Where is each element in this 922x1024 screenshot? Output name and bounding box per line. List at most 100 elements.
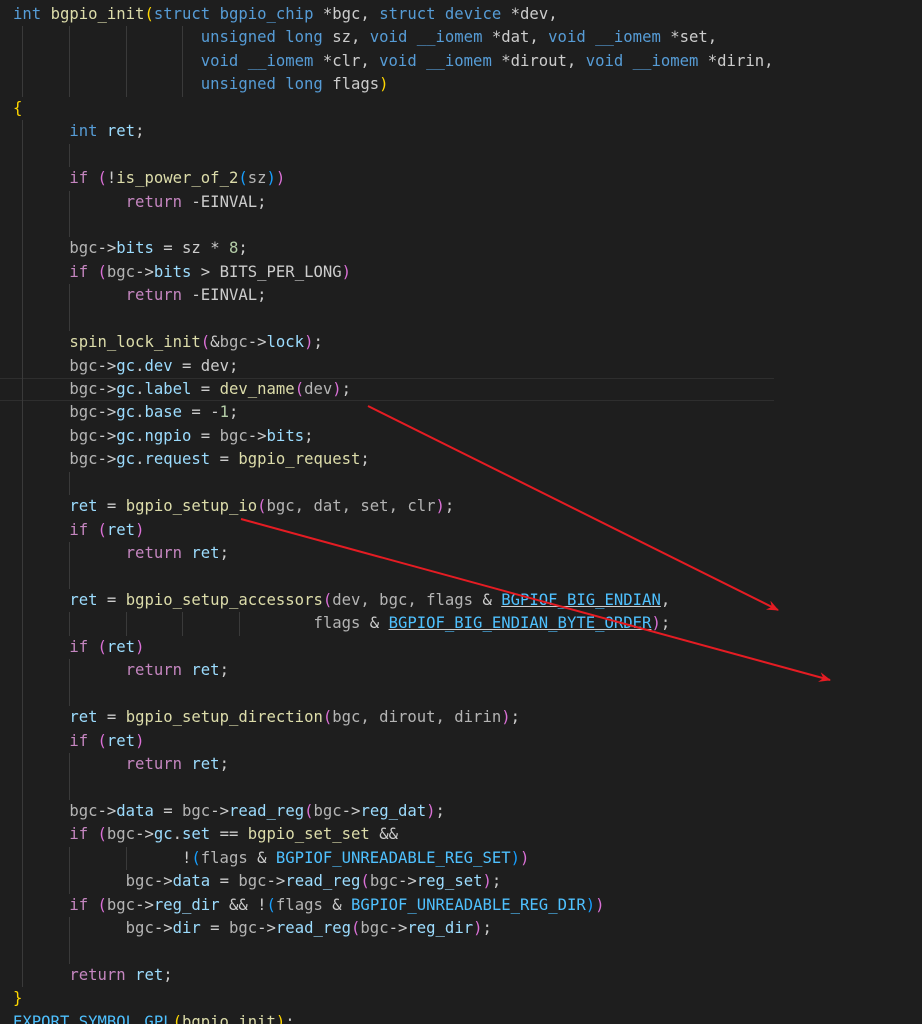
code-token: *bgc, [313, 5, 380, 23]
code-token: gc [116, 403, 136, 422]
code-line[interactable]: } [0, 987, 774, 1010]
code-token: ) [332, 380, 342, 398]
code-line[interactable]: return ret; [0, 659, 774, 683]
code-editor[interactable]: int bgpio_init(struct bgpio_chip *bgc, s… [0, 0, 922, 1024]
code-line[interactable]: if (ret) [0, 635, 774, 660]
code-token: BGPIOF_BIG_ENDIAN_BYTE_ORDER [388, 614, 652, 633]
indent-guide [125, 49, 127, 74]
code-line[interactable]: return -EINVAL; [0, 284, 774, 308]
code-line[interactable]: EXPORT_SYMBOL_GPL(bgpio_init); [0, 1011, 774, 1024]
code-token: ; [219, 661, 229, 680]
code-token: bits [153, 262, 192, 281]
code-token: __iomem [595, 28, 661, 47]
indent-guide [22, 424, 24, 449]
code-line[interactable]: if (ret) [0, 729, 774, 753]
code-line[interactable]: bgc->dir = bgc->read_reg(bgc->reg_dir); [0, 917, 774, 941]
indent-guide [22, 49, 24, 74]
code-line[interactable]: ret = bgpio_setup_io(bgc, dat, set, clr)… [0, 495, 774, 519]
code-line[interactable]: ret = bgpio_setup_accessors(dev, bgc, fl… [0, 588, 774, 613]
code-line[interactable]: int bgpio_init(struct bgpio_chip *bgc, s… [0, 3, 774, 26]
code-token: -> [135, 262, 154, 281]
code-line[interactable]: bgc->gc.label = dev_name(dev); [0, 378, 774, 402]
code-line[interactable]: void __iomem *clr, void __iomem *dirout,… [0, 49, 774, 74]
indent-guide [22, 917, 24, 941]
code-line[interactable]: ​ [0, 940, 774, 964]
code-token: ( [191, 848, 201, 867]
code-line[interactable]: ​ [0, 471, 774, 496]
code-line[interactable]: ​ [0, 565, 774, 589]
code-token: sz [247, 169, 267, 188]
code-text-area[interactable]: int bgpio_init(struct bgpio_chip *bgc, s… [0, 3, 774, 1024]
code-line[interactable]: int ret; [0, 120, 774, 144]
code-line[interactable]: ​ [0, 776, 774, 800]
indent-guide [69, 917, 71, 941]
code-line[interactable]: return ret; [0, 753, 774, 777]
code-line[interactable]: unsigned long sz, void __iomem *dat, voi… [0, 26, 774, 50]
indent-guide [22, 307, 24, 332]
indent-guide [22, 260, 24, 285]
code-line[interactable]: bgc->data = bgc->read_reg(bgc->reg_set); [0, 870, 774, 894]
code-line[interactable]: bgc->gc.request = bgpio_request; [0, 448, 774, 472]
indent-guide [69, 753, 71, 777]
code-token: ( [266, 895, 276, 914]
code-token: bgc [219, 333, 248, 352]
code-token: bgc [219, 426, 248, 445]
code-token: ( [97, 637, 107, 656]
code-line[interactable]: ​ [0, 213, 774, 238]
code-line[interactable]: flags & BGPIOF_BIG_ENDIAN_BYTE_ORDER); [0, 612, 774, 636]
indent-guide [69, 143, 71, 168]
code-token: ; [482, 919, 492, 938]
code-token: { [13, 98, 23, 117]
code-line[interactable]: !(flags & BGPIOF_UNREADABLE_REG_SET)) [0, 846, 774, 871]
code-token: struct [379, 5, 436, 23]
code-line[interactable]: if (bgc->bits > BITS_PER_LONG) [0, 260, 774, 285]
code-line[interactable]: bgc->gc.dev = dev; [0, 354, 774, 378]
code-line[interactable]: ​ [0, 682, 774, 707]
code-token: ; [285, 1012, 295, 1024]
code-token: bgc [106, 262, 136, 281]
code-token: -> [266, 872, 286, 891]
code-token: bgc [125, 919, 154, 938]
code-line[interactable]: spin_lock_init(&bgc->lock); [0, 331, 774, 355]
code-line[interactable]: return ret; [0, 542, 774, 566]
code-token: spin_lock_init [69, 333, 201, 352]
code-line[interactable]: bgc->data = bgc->read_reg(bgc->reg_dat); [0, 799, 774, 824]
code-line[interactable]: ​ [0, 143, 774, 168]
code-line[interactable]: if (!is_power_of_2(sz)) [0, 167, 774, 191]
code-line[interactable]: return -EINVAL; [0, 190, 774, 214]
code-token: dir [172, 919, 201, 938]
code-token: bgc, dirout, dirin [332, 708, 502, 727]
code-token: ( [200, 333, 211, 352]
code-line[interactable]: unsigned long flags) [0, 73, 774, 97]
code-line[interactable]: bgc->bits = sz * 8; [0, 237, 774, 261]
indent-guide [69, 284, 71, 308]
code-token: gc [116, 450, 136, 469]
indent-guide [69, 542, 71, 566]
code-token: -> [135, 825, 154, 844]
code-token: ; [510, 708, 521, 727]
code-line[interactable]: bgc->gc.base = -1; [0, 401, 774, 425]
code-line[interactable]: ​ [0, 307, 774, 332]
code-token: bgc [106, 825, 136, 844]
code-line[interactable]: { [0, 97, 774, 120]
code-token: & [210, 333, 220, 352]
indent-guide [69, 682, 71, 707]
code-token: -> [97, 450, 117, 469]
code-token: ) [266, 169, 276, 188]
code-token: -> [97, 801, 117, 820]
code-line[interactable]: bgc->gc.ngpio = bgc->bits; [0, 424, 774, 449]
code-line[interactable]: if (bgc->gc.set == bgpio_set_set && [0, 823, 774, 847]
indent-guide [22, 73, 24, 97]
code-token: BGPIOF_BIG_ENDIAN [501, 590, 661, 609]
code-token: bgc [69, 356, 98, 375]
code-token: gc [116, 380, 136, 398]
code-token: ( [172, 1012, 182, 1024]
code-token: ) [595, 895, 605, 914]
code-token: read_reg [228, 801, 305, 820]
code-line[interactable]: return ret; [0, 963, 774, 988]
code-line[interactable]: if (bgc->reg_dir && !(flags & BGPIOF_UNR… [0, 893, 774, 918]
code-line[interactable]: if (ret) [0, 518, 774, 543]
code-line[interactable]: ret = bgpio_setup_direction(bgc, dirout,… [0, 706, 774, 730]
code-token: if [69, 895, 89, 914]
